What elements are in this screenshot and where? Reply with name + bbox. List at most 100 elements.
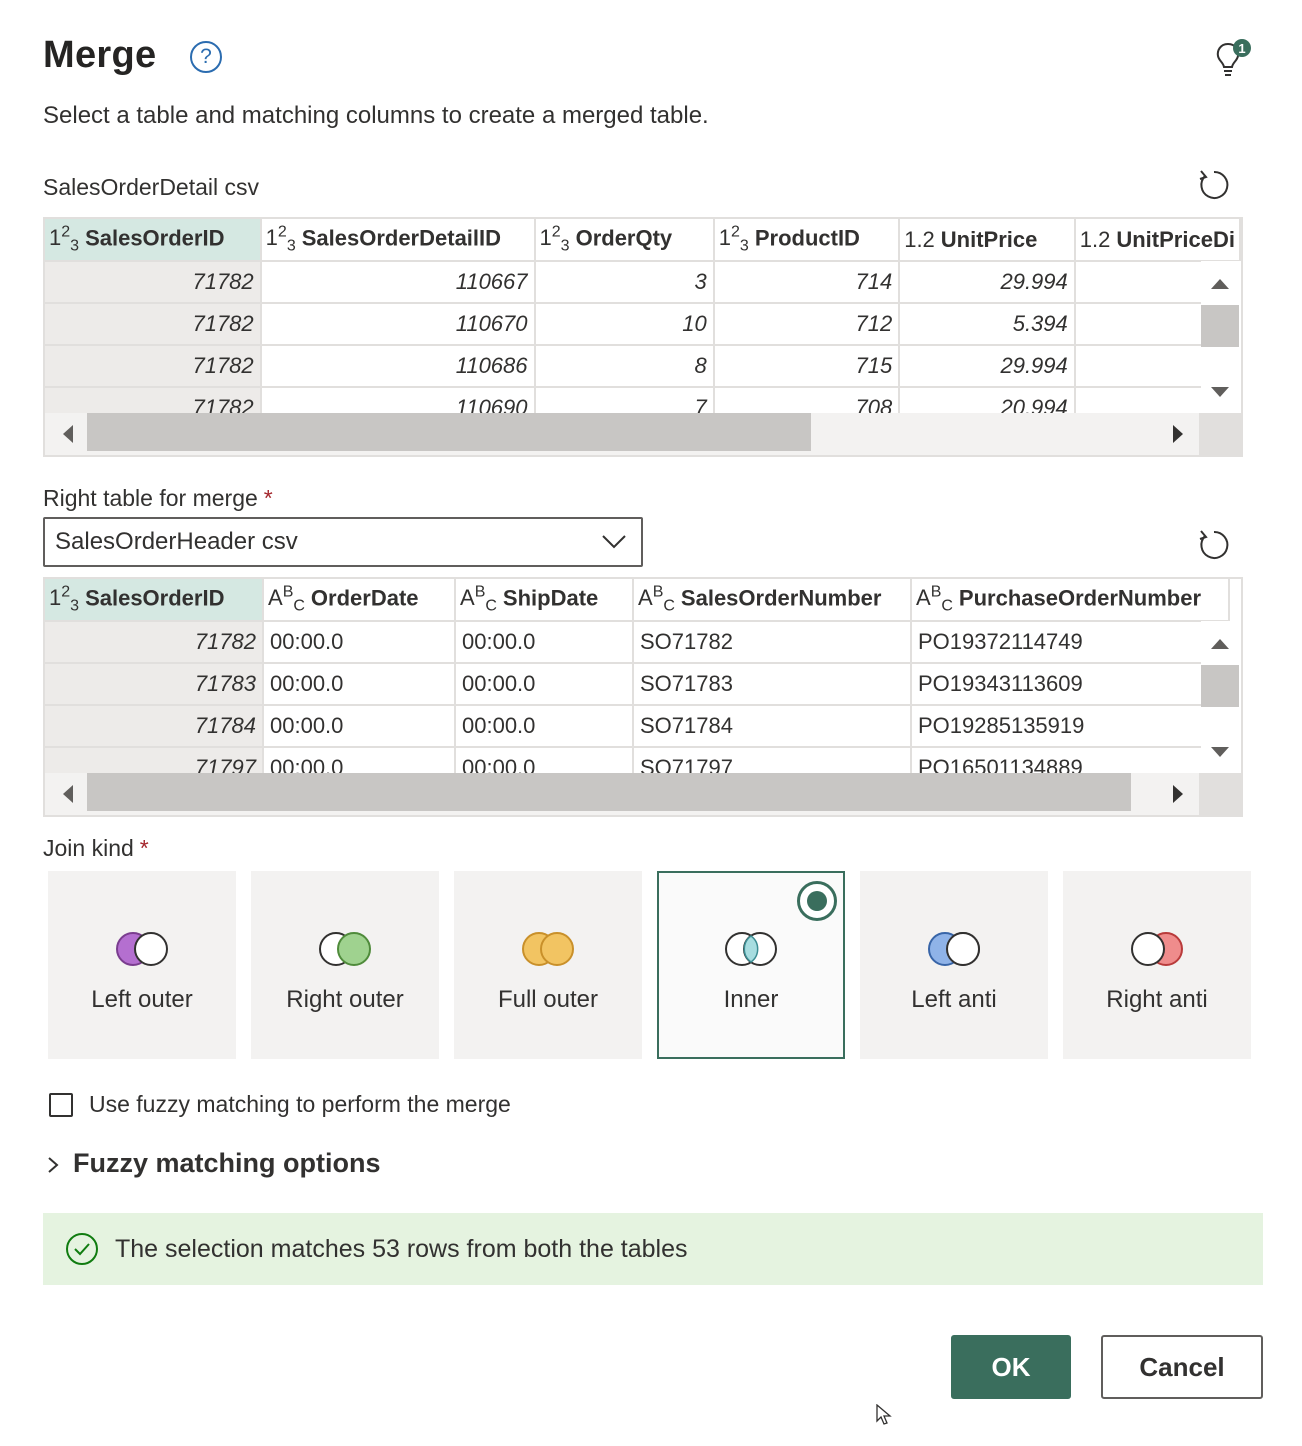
table-row: 71782 110667 3 714 29.994 [45, 261, 1241, 304]
join-option-right-anti[interactable]: Right anti [1063, 871, 1251, 1059]
chevron-right-icon[interactable] [46, 1156, 60, 1174]
table-cell[interactable]: 00:00.0 [455, 663, 634, 706]
column-header-orderdate[interactable]: ABC OrderDate [263, 579, 456, 622]
column-header-shipdate[interactable]: ABC ShipDate [455, 579, 634, 622]
table-cell[interactable]: 71782 [45, 261, 262, 304]
scroll-left-icon[interactable] [63, 785, 73, 803]
column-header-salesordernumber[interactable]: ABC SalesOrderNumber [633, 579, 912, 622]
scroll-thumb[interactable] [1201, 305, 1239, 347]
fuzzy-matching-label[interactable]: Use fuzzy matching to perform the merge [89, 1091, 511, 1118]
column-header-unitpricedi[interactable]: 1.2 UnitPriceDi [1074, 219, 1241, 262]
ok-button[interactable]: OK [951, 1335, 1071, 1399]
horizontal-scroll-thumb[interactable] [87, 773, 1131, 811]
table-cell[interactable]: 00:00.0 [263, 663, 456, 706]
join-option-inner[interactable]: Inner [657, 871, 845, 1059]
right-table-grid[interactable]: 123 SalesOrderID ABC OrderDate ABC ShipDate AB… [43, 577, 1243, 817]
column-header-purchaseordernumber[interactable]: ABC PurchaseOrderNumber [911, 579, 1230, 622]
table-cell[interactable]: SO71784 [633, 705, 912, 748]
join-option-full-outer[interactable]: Full outer [454, 871, 642, 1059]
lightbulb-icon[interactable]: 1 [1212, 38, 1254, 78]
table-cell[interactable]: PO19372114749 [911, 621, 1230, 664]
refresh-left-icon[interactable] [1197, 168, 1231, 202]
table-cell[interactable]: 71782 [45, 621, 264, 664]
table-cell[interactable]: 110686 [260, 345, 536, 388]
table-cell[interactable]: 00:00.0 [455, 705, 634, 748]
venn-inner-icon [725, 932, 777, 966]
table-cell[interactable]: SO71782 [633, 621, 912, 664]
right-vertical-scrollbar[interactable] [1201, 621, 1241, 777]
column-header-label: OrderDate [310, 584, 419, 610]
table-cell[interactable]: SO71783 [633, 663, 912, 706]
table-cell[interactable]: 3 [534, 261, 715, 304]
table-cell[interactable]: 715 [713, 345, 901, 388]
table-cell[interactable]: 71783 [45, 663, 264, 706]
left-table-name: SalesOrderDetail csv [43, 174, 260, 200]
table-cell[interactable]: 8 [534, 345, 715, 388]
join-option-label: Right outer [286, 986, 404, 1013]
table-cell[interactable]: 110670 [260, 303, 536, 346]
column-header-label: OrderQty [575, 224, 673, 250]
join-option-label: Inner [723, 986, 779, 1013]
left-table-grid[interactable]: 123 SalesOrderID 123 SalesOrderDetailID 123 O… [43, 217, 1243, 457]
right-horizontal-scrollbar[interactable] [45, 773, 1241, 815]
right-table-label: Right table for merge * [43, 485, 273, 511]
right-table-dropdown[interactable]: SalesOrderHeader csv [43, 517, 643, 567]
join-option-label: Left outer [91, 986, 193, 1013]
column-header-label: ShipDate [502, 584, 599, 610]
table-cell[interactable]: 00:00.0 [263, 621, 456, 664]
table-cell[interactable]: 00:00.0 [263, 705, 456, 748]
help-icon[interactable]: ? [190, 41, 222, 73]
join-kind-label: Join kind * [43, 835, 149, 861]
venn-left-anti-icon [928, 932, 980, 966]
fuzzy-options-toggle[interactable]: Fuzzy matching options [73, 1148, 381, 1179]
scroll-right-icon[interactable] [1173, 785, 1183, 803]
scroll-up-icon[interactable] [1211, 279, 1229, 289]
horizontal-scroll-thumb[interactable] [87, 413, 811, 451]
scroll-right-icon[interactable] [1173, 425, 1183, 443]
number-type-icon: 123 [49, 223, 80, 255]
column-header-label: SalesOrderID [85, 224, 225, 250]
table-cell[interactable]: 71784 [45, 705, 264, 748]
refresh-right-icon[interactable] [1197, 528, 1231, 562]
join-option-label: Full outer [497, 986, 599, 1013]
left-horizontal-scrollbar[interactable] [45, 413, 1241, 455]
table-cell[interactable]: 29.994 [899, 345, 1076, 388]
check-circle-icon [66, 1233, 98, 1265]
column-header-salesorderdetailid[interactable]: 123 SalesOrderDetailID [260, 219, 536, 262]
scroll-corner [1199, 413, 1241, 455]
join-option-right-outer[interactable]: Right outer [251, 871, 439, 1059]
scroll-left-icon[interactable] [63, 425, 73, 443]
scroll-down-icon[interactable] [1211, 747, 1229, 757]
table-cell[interactable]: 712 [713, 303, 901, 346]
column-header-salesorderid[interactable]: 123 SalesOrderID [45, 219, 262, 262]
fuzzy-matching-checkbox[interactable] [49, 1093, 73, 1117]
column-header-productid[interactable]: 123 ProductID [713, 219, 901, 262]
join-option-left-anti[interactable]: Left anti [860, 871, 1048, 1059]
number-type-icon: 123 [265, 223, 296, 255]
table-cell[interactable]: 29.994 [899, 261, 1076, 304]
table-cell[interactable]: 714 [713, 261, 901, 304]
column-header-salesorderid[interactable]: 123 SalesOrderID [45, 579, 264, 622]
table-cell[interactable]: PO19343113609 [911, 663, 1230, 706]
table-cell[interactable]: PO19285135919 [911, 705, 1230, 748]
scroll-corner [1199, 773, 1241, 815]
table-cell[interactable]: 00:00.0 [455, 621, 634, 664]
table-cell[interactable]: 71782 [45, 303, 262, 346]
table-row: 71783 00:00.0 00:00.0 SO71783 PO19343113609 [45, 663, 1230, 706]
column-header-orderqty[interactable]: 123 OrderQty [534, 219, 715, 262]
table-cell[interactable]: 110667 [260, 261, 536, 304]
table-row: 71782 00:00.0 00:00.0 SO71782 PO19372114749 [45, 621, 1230, 664]
scroll-thumb[interactable] [1201, 665, 1239, 707]
venn-right-outer-icon [319, 932, 371, 966]
left-vertical-scrollbar[interactable] [1201, 261, 1241, 417]
table-cell[interactable]: 5.394 [899, 303, 1076, 346]
cancel-button[interactable]: Cancel [1101, 1335, 1263, 1399]
number-type-icon: 123 [718, 223, 749, 255]
scroll-up-icon[interactable] [1211, 639, 1229, 649]
venn-right-anti-icon [1131, 932, 1183, 966]
table-cell[interactable]: 71782 [45, 345, 262, 388]
column-header-unitprice[interactable]: 1.2 UnitPrice [899, 219, 1076, 262]
join-option-left-outer[interactable]: Left outer [48, 871, 236, 1059]
table-cell[interactable]: 10 [534, 303, 715, 346]
scroll-down-icon[interactable] [1211, 387, 1229, 397]
